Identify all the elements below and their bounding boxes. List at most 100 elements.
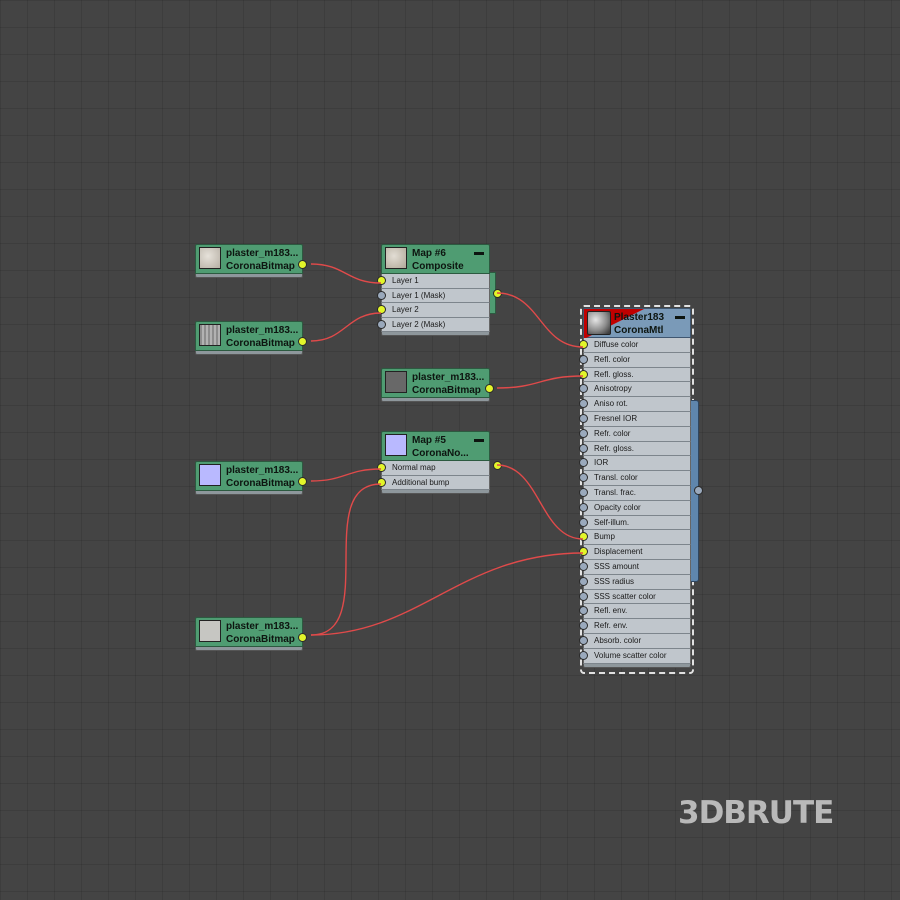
slot-label: Additional bump <box>392 477 450 487</box>
node-name: plaster_m183... <box>226 325 299 336</box>
slot-refl-color[interactable]: Refl. color <box>579 352 691 368</box>
node-type: CoronaBitmap <box>226 634 295 645</box>
slot-layer-1[interactable]: Layer 1 <box>377 274 490 289</box>
normal-map-thumbnail-icon <box>385 434 407 456</box>
slot-label: Anisotropy <box>594 384 632 394</box>
slot-layer-1-mask[interactable]: Layer 1 (Mask) <box>377 288 490 303</box>
node-footer <box>195 647 303 651</box>
corona-material-node-header[interactable]: Plaster183 CoronaMtl ▬ <box>583 308 691 339</box>
bitmap-node-3[interactable]: plaster_m183... CoronaBitmap <box>381 368 494 402</box>
slot-label: Opacity color <box>594 502 641 512</box>
input-socket[interactable] <box>377 305 386 314</box>
slot-label: Refr. color <box>594 428 631 438</box>
output-socket[interactable] <box>298 260 307 269</box>
input-socket[interactable] <box>579 487 588 497</box>
input-socket[interactable] <box>579 606 588 616</box>
slot-layer-2-mask[interactable]: Layer 2 (Mask) <box>377 317 490 332</box>
input-socket[interactable] <box>579 635 588 645</box>
output-socket[interactable] <box>493 289 502 298</box>
output-socket[interactable] <box>493 461 502 470</box>
input-socket[interactable] <box>377 477 386 487</box>
slot-sss-amount[interactable]: SSS amount <box>579 559 691 575</box>
slot-self-illum[interactable]: Self-illum. <box>579 515 691 531</box>
input-socket[interactable] <box>579 413 588 423</box>
slot-displacement[interactable]: Displacement <box>579 545 691 560</box>
minimize-button[interactable]: ▬ <box>474 434 484 445</box>
slot-fresnel-ior[interactable]: Fresnel IOR <box>579 411 691 427</box>
slot-absorb-color[interactable]: Absorb. color <box>579 633 691 649</box>
slot-refl-gloss[interactable]: Refl. gloss. <box>579 367 691 383</box>
slot-refr-color[interactable]: Refr. color <box>579 426 691 442</box>
slot-label: Aniso rot. <box>594 399 628 409</box>
corona-normal-map-node[interactable]: Map #5 CoronaNo... ▬ Normal map Addition… <box>377 431 502 494</box>
corona-normal-map-node-header[interactable]: Map #5 CoronaNo... ▬ <box>381 431 490 461</box>
minimize-button[interactable]: ▬ <box>675 311 685 322</box>
input-socket[interactable] <box>377 290 386 300</box>
slot-anisotropy[interactable]: Anisotropy <box>579 382 691 398</box>
input-socket[interactable] <box>579 369 588 379</box>
output-socket[interactable] <box>298 633 307 642</box>
slot-ior[interactable]: IOR <box>579 456 691 472</box>
slot-refr-gloss[interactable]: Refr. gloss. <box>579 441 691 457</box>
slot-refl-env[interactable]: Refl. env. <box>579 604 691 620</box>
bitmap-node-4[interactable]: plaster_m183... CoronaBitmap <box>195 461 307 495</box>
minimize-button[interactable]: ▬ <box>474 247 484 258</box>
input-socket[interactable] <box>579 621 588 631</box>
bitmap-node-5[interactable]: plaster_m183... CoronaBitmap <box>195 617 307 651</box>
input-socket[interactable] <box>579 502 588 512</box>
composite-map-node[interactable]: Map #6 Composite ▬ Layer 1 Layer 1 (Mask… <box>377 244 502 336</box>
slot-transl-frac[interactable]: Transl. frac. <box>579 485 691 501</box>
output-socket[interactable] <box>485 384 494 393</box>
output-socket[interactable] <box>298 477 307 486</box>
corona-material-node[interactable]: Plaster183 CoronaMtl ▬ Diffuse color Ref… <box>579 308 691 668</box>
input-socket[interactable] <box>377 276 386 285</box>
node-type: CoronaMtl <box>614 325 664 336</box>
input-socket[interactable] <box>579 532 588 542</box>
bitmap-node-3-header[interactable]: plaster_m183... CoronaBitmap <box>381 368 494 398</box>
slot-opacity-color[interactable]: Opacity color <box>579 500 691 516</box>
slot-additional-bump[interactable]: Additional bump <box>377 475 490 490</box>
input-socket[interactable] <box>579 458 588 468</box>
bitmap-node-5-header[interactable]: plaster_m183... CoronaBitmap <box>195 617 307 647</box>
input-socket[interactable] <box>579 340 588 349</box>
input-socket[interactable] <box>579 354 588 364</box>
input-socket[interactable] <box>579 399 588 409</box>
slot-transl-color[interactable]: Transl. color <box>579 471 691 486</box>
input-socket[interactable] <box>579 473 588 483</box>
wire-bitmap3-to-refl-gloss <box>496 375 584 389</box>
input-socket[interactable] <box>377 319 386 329</box>
slot-bump[interactable]: Bump <box>579 530 691 546</box>
plaster-texture-thumbnail-icon <box>199 620 221 642</box>
material-output-socket[interactable] <box>694 486 703 495</box>
input-socket[interactable] <box>579 428 588 438</box>
input-socket[interactable] <box>579 576 588 586</box>
slot-normal-map[interactable]: Normal map <box>377 461 490 476</box>
output-socket[interactable] <box>298 337 307 346</box>
input-socket[interactable] <box>579 517 588 527</box>
input-socket[interactable] <box>579 561 588 571</box>
input-socket[interactable] <box>579 591 588 601</box>
plaster-texture-thumbnail-icon <box>385 247 407 269</box>
slot-volume-scatter-color[interactable]: Volume scatter color <box>579 648 691 664</box>
slot-refr-env[interactable]: Refr. env. <box>579 619 691 634</box>
bitmap-node-4-header[interactable]: plaster_m183... CoronaBitmap <box>195 461 307 491</box>
input-socket[interactable] <box>377 463 386 472</box>
normal-map-thumbnail-icon <box>199 464 221 486</box>
slot-aniso-rot[interactable]: Aniso rot. <box>579 397 691 412</box>
slot-diffuse-color[interactable]: Diffuse color <box>579 338 691 353</box>
bitmap-node-1[interactable]: plaster_m183... CoronaBitmap <box>195 244 307 278</box>
bitmap-node-2[interactable]: plaster_m183... CoronaBitmap <box>195 321 307 355</box>
node-type: CoronaBitmap <box>412 385 481 396</box>
slot-layer-2[interactable]: Layer 2 <box>377 303 490 318</box>
bitmap-node-1-header[interactable]: plaster_m183... CoronaBitmap <box>195 244 307 274</box>
slot-sss-scatter-color[interactable]: SSS scatter color <box>579 589 691 605</box>
slot-sss-radius[interactable]: SSS radius <box>579 574 691 590</box>
input-socket[interactable] <box>579 443 588 453</box>
composite-map-node-header[interactable]: Map #6 Composite ▬ <box>381 244 490 274</box>
input-socket[interactable] <box>579 547 588 557</box>
input-socket[interactable] <box>579 650 588 660</box>
input-socket[interactable] <box>579 384 588 394</box>
node-type: CoronaBitmap <box>226 338 295 349</box>
bitmap-node-2-header[interactable]: plaster_m183... CoronaBitmap <box>195 321 307 351</box>
node-footer <box>381 490 490 494</box>
